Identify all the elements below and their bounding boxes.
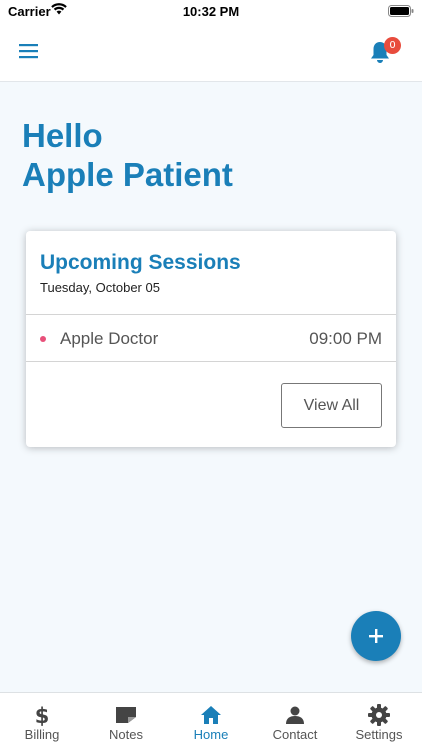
session-row[interactable]: Apple Doctor 09:00 PM <box>26 315 396 362</box>
note-icon <box>114 703 138 727</box>
tab-notes-label: Notes <box>109 727 143 742</box>
menu-button[interactable] <box>14 35 46 67</box>
session-status-dot <box>40 336 46 342</box>
notification-count-badge: 0 <box>384 37 401 54</box>
tab-settings-label: Settings <box>355 727 403 742</box>
card-title: Upcoming Sessions <box>40 251 241 274</box>
add-button[interactable] <box>351 611 401 661</box>
upcoming-sessions-card: Upcoming Sessions Tuesday, October 05 Ap… <box>26 231 396 447</box>
greeting-name: Apple Patient <box>22 156 233 193</box>
status-bar: Carrier 10:32 PM <box>0 0 422 22</box>
notifications-button[interactable]: 0 <box>368 36 402 68</box>
person-icon <box>283 703 307 727</box>
home-icon <box>199 703 223 727</box>
svg-text:$: $ <box>35 704 50 727</box>
status-time: 10:32 PM <box>182 4 240 19</box>
session-doctor-name: Apple Doctor <box>60 329 159 348</box>
card-date: Tuesday, October 05 <box>40 280 160 295</box>
view-all-button[interactable]: View All <box>281 383 382 428</box>
tab-settings[interactable]: Settings <box>337 693 421 750</box>
tab-home-label: Home <box>193 727 229 742</box>
session-time: 09:00 PM <box>309 329 382 348</box>
tab-bar: $ Billing Notes Home Contact Settings <box>0 692 422 750</box>
tab-contact[interactable]: Contact <box>253 693 337 750</box>
tab-contact-label: Contact <box>272 727 318 742</box>
nav-bar: 0 <box>0 22 422 82</box>
tab-home[interactable]: Home <box>169 693 253 750</box>
dollar-icon: $ <box>30 703 54 728</box>
tab-notes[interactable]: Notes <box>84 693 168 750</box>
greeting-hello: Hello <box>22 117 103 154</box>
hamburger-menu-icon <box>19 44 38 59</box>
greeting: Hello Apple Patient <box>22 116 233 194</box>
card-header: Upcoming Sessions Tuesday, October 05 <box>26 231 396 315</box>
plus-icon <box>369 629 383 643</box>
tab-billing[interactable]: $ Billing <box>0 693 84 750</box>
tab-billing-label: Billing <box>24 727 60 742</box>
gear-icon <box>367 703 391 727</box>
battery-icon <box>388 5 414 20</box>
